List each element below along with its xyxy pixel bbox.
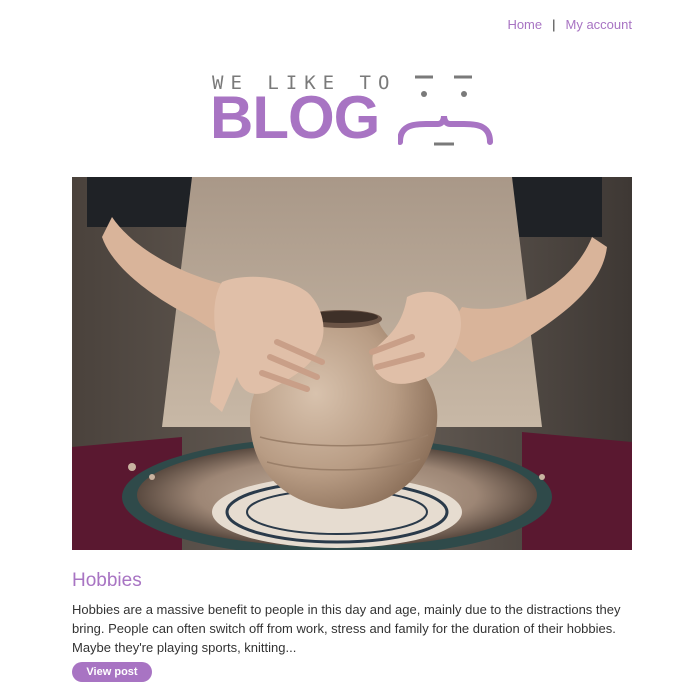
winking-face-icon <box>398 75 493 146</box>
my-account-link[interactable]: My account <box>566 17 632 32</box>
post-hero-image[interactable] <box>72 177 632 550</box>
nav-separator: | <box>552 17 556 32</box>
view-post-button[interactable]: View post <box>72 662 152 682</box>
email-page: Home | My account WE LIKE TO BLOG Hobbie… <box>0 0 678 696</box>
post-excerpt: Hobbies are a massive benefit to people … <box>72 602 621 655</box>
home-link[interactable]: Home <box>507 17 542 32</box>
pottery-wheel-photo <box>72 177 632 550</box>
top-nav: Home | My account <box>507 17 632 32</box>
blog-logo[interactable]: WE LIKE TO BLOG <box>210 70 500 154</box>
logo-wordmark: BLOG <box>210 84 380 151</box>
post-title[interactable]: Hobbies <box>72 570 142 592</box>
